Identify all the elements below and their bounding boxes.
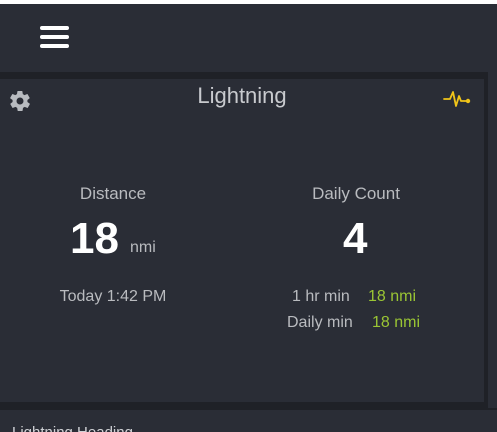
app-page: Lightning Distance 18 nmi Today 1:42 PM … [0, 0, 497, 432]
daily-count-label: Daily Count [312, 184, 400, 203]
lightning-card: Lightning Distance 18 nmi Today 1:42 PM … [0, 79, 484, 402]
pulse-icon[interactable] [443, 87, 471, 111]
next-panel: Lightning Heading [0, 410, 497, 432]
scroll-strip [488, 72, 497, 408]
menu-line [40, 35, 69, 39]
distance-value: 18 [70, 214, 119, 263]
distance-label: Distance [79, 184, 147, 203]
menu-line [40, 26, 69, 30]
hr-min-label: 1 hr min [292, 288, 350, 305]
hamburger-menu-icon[interactable] [37, 24, 73, 54]
daily-min-label: Daily min [287, 314, 353, 331]
daily-min-value: 18 nmi [372, 314, 421, 331]
next-panel-title: Lightning Heading [12, 424, 133, 432]
distance-unit: nmi [130, 239, 156, 256]
menu-line [40, 44, 69, 48]
top-bar [0, 4, 497, 72]
distance-time: Today 1:42 PM [59, 288, 167, 305]
hr-min-value: 18 nmi [368, 288, 417, 305]
daily-count-value: 4 [343, 214, 368, 263]
card-title: Lightning [197, 83, 287, 108]
